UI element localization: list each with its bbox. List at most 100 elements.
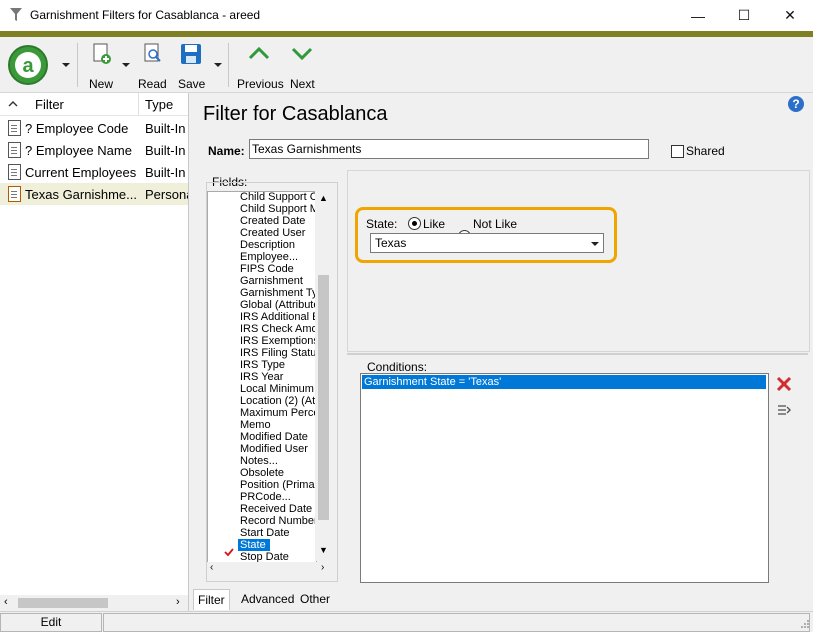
field-item[interactable]: Created User: [240, 227, 305, 239]
personal-document-icon: [8, 186, 21, 202]
field-item[interactable]: Start Date: [240, 527, 290, 539]
scroll-thumb[interactable]: [18, 598, 108, 608]
condition-row-selected[interactable]: Garnishment State = 'Texas': [362, 375, 766, 389]
fields-vertical-scrollbar[interactable]: ▲ ▼: [315, 191, 332, 561]
state-label: State:: [366, 217, 398, 231]
field-item[interactable]: Maximum Perce: [240, 407, 316, 419]
field-item[interactable]: Local Minimum W: [240, 383, 316, 395]
app-menu-dropdown-icon[interactable]: [62, 63, 70, 67]
shared-checkbox[interactable]: [671, 145, 684, 158]
toolbar: a New Read Save Previous Next: [0, 37, 813, 93]
app-logo-button[interactable]: a: [8, 45, 48, 85]
window-title: Garnishment Filters for Casablanca - are…: [30, 8, 261, 22]
scroll-right-icon: ›: [321, 562, 325, 573]
field-item[interactable]: Memo: [240, 419, 271, 431]
maximize-button[interactable]: ☐: [721, 0, 767, 31]
field-item[interactable]: IRS Filing Status: [240, 347, 316, 359]
field-item-selected[interactable]: State: [238, 539, 270, 551]
field-item[interactable]: IRS Year: [240, 371, 283, 383]
checkmark-icon: [224, 548, 234, 557]
field-item[interactable]: IRS Exemptions: [240, 335, 316, 347]
document-icon: [8, 164, 21, 180]
field-item[interactable]: Position (Primar: [240, 479, 316, 491]
horizontal-scrollbar[interactable]: ‹ ›: [0, 595, 188, 611]
field-item[interactable]: Obsolete: [240, 467, 284, 479]
field-item[interactable]: Record Number: [240, 515, 316, 527]
help-icon[interactable]: ?: [788, 96, 804, 112]
shared-label: Shared: [686, 144, 725, 158]
save-dropdown-icon[interactable]: [214, 63, 222, 67]
field-item[interactable]: Modified Date: [240, 431, 308, 443]
chevron-down-icon: [291, 47, 313, 61]
like-radio[interactable]: [408, 217, 421, 230]
field-item[interactable]: Created Date: [240, 215, 305, 227]
field-item[interactable]: Child Support C: [240, 192, 316, 203]
list-item[interactable]: Current Employees Built-In: [0, 161, 188, 183]
tab-advanced[interactable]: Advanced: [237, 589, 298, 609]
page-title: Filter for Casablanca: [203, 103, 388, 125]
filter-list-pane: Filter Type ? Employee Code Built-In ? E…: [0, 93, 189, 611]
resize-grip-icon[interactable]: [799, 618, 810, 629]
scroll-thumb[interactable]: [318, 275, 329, 520]
scroll-down-icon: ▼: [319, 545, 328, 555]
list-item-selected[interactable]: Texas Garnishme... Personal: [0, 183, 188, 205]
field-item[interactable]: Garnishment Ty: [240, 287, 316, 299]
list-item[interactable]: ? Employee Name Built-In: [0, 139, 188, 161]
conditions-list[interactable]: Garnishment State = 'Texas': [360, 373, 769, 583]
read-document-icon: [144, 43, 161, 62]
field-item[interactable]: Global (Attribute: [240, 299, 316, 311]
filter-icon: [10, 8, 22, 21]
field-item[interactable]: PRCode...: [240, 491, 291, 503]
svg-text:a: a: [22, 55, 34, 77]
filter-list-header: Filter Type: [0, 93, 188, 116]
field-item[interactable]: Description: [240, 239, 295, 251]
field-item[interactable]: Location (2) (At: [240, 395, 315, 407]
logo-a-icon: a: [15, 52, 41, 78]
status-bar: Edit: [0, 611, 813, 632]
field-item[interactable]: Modified User: [240, 443, 308, 455]
status-message: [103, 613, 810, 632]
col-header-filter[interactable]: Filter: [35, 97, 64, 112]
field-item[interactable]: Received Date: [240, 503, 312, 515]
fields-panel: Child Support C Child Support M Created Da…: [206, 182, 338, 582]
fields-horizontal-scrollbar[interactable]: ‹ ›: [207, 562, 332, 576]
conditions-label: Conditions:: [367, 360, 428, 374]
new-document-icon: [93, 43, 111, 64]
document-icon: [8, 120, 21, 136]
minimize-button[interactable]: —: [675, 0, 721, 31]
scroll-left-icon: ‹: [210, 562, 214, 573]
field-item[interactable]: Garnishment: [240, 275, 303, 287]
read-button[interactable]: Read: [137, 43, 167, 91]
next-button[interactable]: Next: [288, 43, 316, 91]
edit-condition-icon[interactable]: [777, 403, 791, 417]
field-item[interactable]: Child Support M: [240, 203, 316, 215]
title-bar: Garnishment Filters for Casablanca - are…: [0, 0, 813, 31]
col-header-type[interactable]: Type: [145, 97, 173, 112]
state-select[interactable]: Texas: [370, 233, 604, 253]
close-button[interactable]: ✕: [767, 0, 813, 31]
new-button[interactable]: New: [86, 43, 116, 91]
like-label: Like: [423, 217, 446, 231]
previous-button[interactable]: Previous: [236, 43, 284, 91]
field-item[interactable]: IRS Additional E: [240, 311, 316, 323]
new-dropdown-icon[interactable]: [122, 63, 130, 67]
tab-filter[interactable]: Filter: [193, 589, 230, 610]
field-item[interactable]: IRS Type: [240, 359, 285, 371]
main-pane: Filter for Casablanca ? Name: Texas Garn…: [190, 93, 813, 611]
field-item[interactable]: IRS Check Amou: [240, 323, 316, 335]
field-item[interactable]: Employee...: [240, 251, 298, 263]
name-field[interactable]: Texas Garnishments: [249, 139, 649, 159]
dropdown-arrow-icon: [591, 242, 599, 246]
fields-list[interactable]: Child Support C Child Support M Created Da…: [207, 191, 317, 563]
tab-other[interactable]: Other: [296, 589, 334, 609]
document-icon: [8, 142, 21, 158]
field-item[interactable]: Notes...: [240, 455, 278, 467]
field-item[interactable]: FIPS Code: [240, 263, 294, 275]
scroll-right-icon: ›: [176, 596, 180, 608]
list-item[interactable]: ? Employee Code Built-In: [0, 117, 188, 139]
save-button[interactable]: Save: [176, 43, 206, 91]
name-label: Name:: [208, 144, 245, 158]
sort-up-icon[interactable]: [8, 100, 18, 107]
delete-x-icon[interactable]: [776, 376, 792, 392]
scroll-left-icon: ‹: [4, 596, 8, 608]
